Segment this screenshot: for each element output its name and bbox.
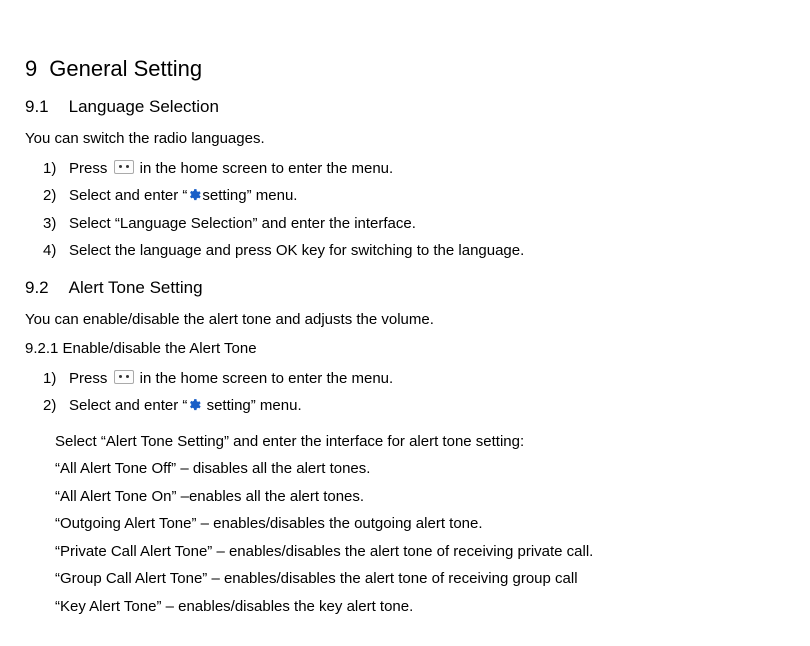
step-text-after: setting” menu. [202, 397, 301, 414]
step-text-after: in the home screen to enter the menu. [136, 370, 394, 387]
step-item: Press in the home screen to enter the me… [69, 366, 785, 392]
details-item: “Key Alert Tone” – enables/disables the … [55, 594, 785, 620]
details-item: “Private Call Alert Tone” – enables/disa… [55, 539, 785, 565]
subsection-number: 9.2 [25, 274, 49, 303]
details-lead: Select “Alert Tone Setting” and enter th… [55, 429, 785, 455]
menu-key-icon [114, 160, 134, 174]
subsection-title: Language Selection [69, 97, 219, 116]
details-item: “Group Call Alert Tone” – enables/disabl… [55, 566, 785, 592]
details-item: “All Alert Tone Off” – disables all the … [55, 456, 785, 482]
intro-text-9-1: You can switch the radio languages. [25, 126, 785, 152]
step-item: Select and enter “ setting” menu. [69, 393, 785, 419]
step-text-before: Select and enter “ [69, 187, 187, 204]
gear-icon [187, 188, 201, 202]
step-text-after: setting” menu. [202, 187, 297, 204]
steps-list-9-2-1: Press in the home screen to enter the me… [25, 366, 785, 419]
alert-tone-details: Select “Alert Tone Setting” and enter th… [55, 429, 785, 620]
step-item: Select “Language Selection” and enter th… [69, 211, 785, 237]
step-text-before: Press [69, 370, 112, 387]
step-text-before: Select and enter “ [69, 397, 187, 414]
details-item: “Outgoing Alert Tone” – enables/disables… [55, 511, 785, 537]
intro-text-9-2: You can enable/disable the alert tone an… [25, 307, 785, 333]
subsection-number: 9.1 [25, 93, 49, 122]
section-title: General Setting [49, 56, 202, 81]
details-item: “All Alert Tone On” –enables all the ale… [55, 484, 785, 510]
step-item: Select the language and press OK key for… [69, 238, 785, 264]
step-text-before: Press [69, 160, 112, 177]
subsection-heading-9-2: 9.2 Alert Tone Setting [25, 274, 785, 303]
section-heading-9: 9 General Setting [25, 50, 785, 87]
menu-key-icon [114, 370, 134, 384]
gear-icon [187, 398, 201, 412]
steps-list-9-1: Press in the home screen to enter the me… [25, 156, 785, 264]
section-number: 9 [25, 50, 37, 87]
step-item: Select and enter “ setting” menu. [69, 183, 785, 209]
step-item: Press in the home screen to enter the me… [69, 156, 785, 182]
subsubsection-heading-9-2-1: 9.2.1 Enable/disable the Alert Tone [25, 336, 785, 362]
subsection-title: Alert Tone Setting [69, 278, 203, 297]
step-text-after: in the home screen to enter the menu. [136, 160, 394, 177]
subsection-heading-9-1: 9.1 Language Selection [25, 93, 785, 122]
